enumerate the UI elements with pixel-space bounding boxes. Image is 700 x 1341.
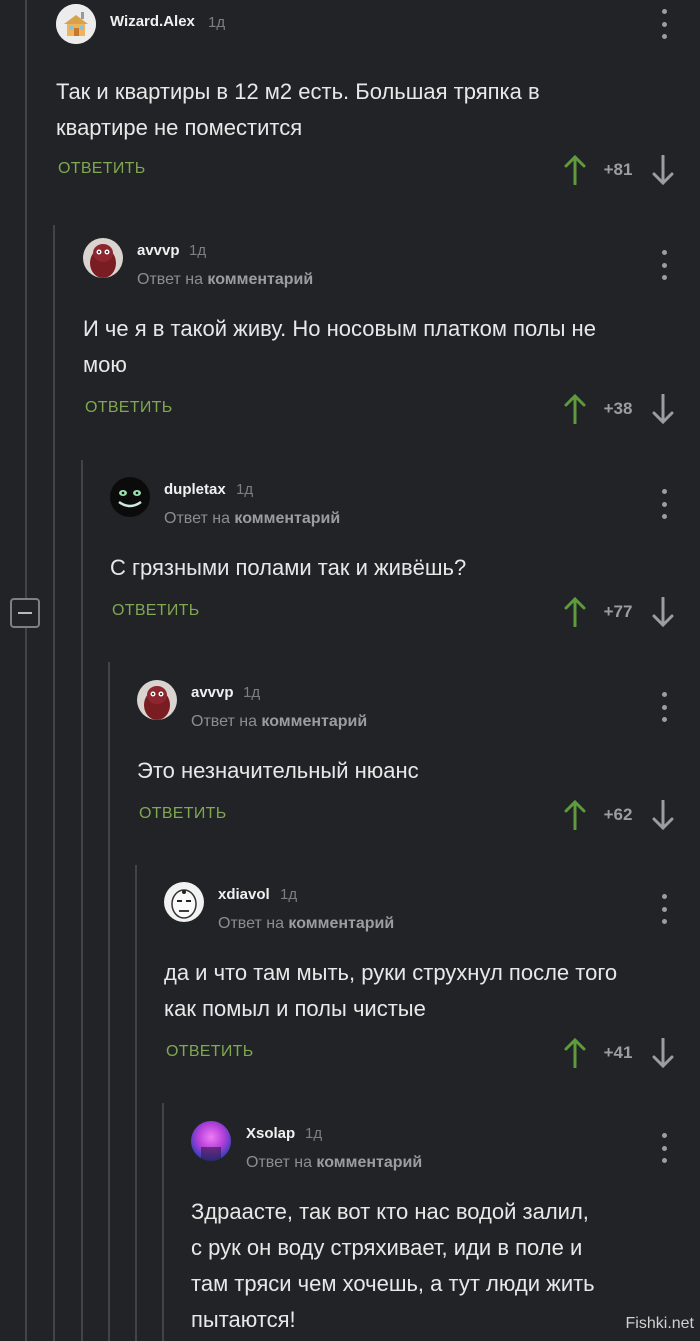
- timestamp: 1д: [305, 1125, 323, 1142]
- author-name[interactable]: avvvp: [137, 242, 180, 259]
- upvote-icon[interactable]: [564, 800, 586, 830]
- thread-line-1: [25, 0, 27, 1341]
- reply-to-label: Ответ на комментарий: [218, 915, 395, 932]
- upvote-icon[interactable]: [564, 394, 586, 424]
- downvote-icon[interactable]: [652, 155, 674, 185]
- vote-score: +41: [603, 1043, 633, 1062]
- downvote-icon[interactable]: [652, 597, 674, 627]
- comment: avvvp 1д Ответ на комментарий И че я в т…: [83, 238, 688, 438]
- author-name[interactable]: Xsolap: [246, 1125, 295, 1142]
- downvote-icon[interactable]: [652, 1038, 674, 1068]
- timestamp: 1д: [236, 481, 254, 498]
- face-avatar[interactable]: [164, 882, 204, 922]
- downvote-icon[interactable]: [652, 394, 674, 424]
- more-options-icon[interactable]: [657, 489, 671, 519]
- timestamp: 1д: [189, 242, 207, 259]
- watermark: Fishki.net: [625, 1315, 694, 1332]
- thread-line-4: [108, 662, 110, 1341]
- vote-score: +81: [603, 160, 633, 179]
- collapse-thread-button[interactable]: [10, 598, 40, 628]
- timestamp: 1д: [280, 886, 298, 903]
- author-name[interactable]: Wizard.Alex: [110, 13, 195, 30]
- author-name[interactable]: xdiavol: [218, 886, 270, 903]
- reply-button[interactable]: ОТВЕТИТЬ: [139, 805, 227, 823]
- author-name[interactable]: avvvp: [191, 684, 234, 701]
- timestamp: 1д: [243, 684, 261, 701]
- vote-score: +38: [603, 399, 633, 418]
- reply-to-label: Ответ на комментарий: [164, 510, 341, 527]
- thread-line-3: [81, 460, 83, 1341]
- reply-to-link[interactable]: комментарий: [207, 271, 313, 288]
- comment-text: С грязными полами так и живёшь?: [110, 555, 467, 580]
- more-options-icon[interactable]: [657, 692, 671, 722]
- more-options-icon[interactable]: [657, 250, 671, 280]
- creature-avatar[interactable]: [83, 238, 123, 278]
- reply-button[interactable]: ОТВЕТИТЬ: [112, 602, 200, 620]
- comment-text: Здрааcте, так вот кто нас водой залил, с…: [191, 1199, 595, 1332]
- thread-line-5: [135, 865, 137, 1341]
- comment-text: Это незначительный нюанс: [137, 758, 419, 783]
- author-name[interactable]: dupletax: [164, 481, 226, 498]
- comment: xdiavol 1д Ответ на комментарий да и что…: [164, 882, 688, 1082]
- reply-button[interactable]: ОТВЕТИТЬ: [58, 160, 146, 178]
- more-options-icon[interactable]: [657, 1133, 671, 1163]
- vote-score: +62: [603, 805, 633, 824]
- reply-to-link[interactable]: комментарий: [234, 510, 340, 527]
- upvote-icon[interactable]: [564, 1038, 586, 1068]
- grin-avatar[interactable]: [110, 477, 150, 517]
- reply-to-label: Ответ на комментарий: [246, 1154, 423, 1171]
- reply-to-label: Ответ на комментарий: [137, 271, 314, 288]
- comment-text: да и что там мыть, руки струхнул после т…: [164, 960, 618, 1021]
- more-options-icon[interactable]: [657, 9, 671, 39]
- reply-to-link[interactable]: комментарий: [261, 713, 367, 730]
- reply-button[interactable]: ОТВЕТИТЬ: [166, 1043, 254, 1061]
- downvote-icon[interactable]: [652, 800, 674, 830]
- reply-to-label: Ответ на комментарий: [191, 713, 368, 730]
- comment: dupletax 1д Ответ на комментарий С грязн…: [110, 477, 688, 637]
- comment: Wizard.Alex 1д Так и квартиры в 12 м2 ес…: [56, 4, 688, 194]
- thread-line-2: [53, 225, 55, 1341]
- reply-to-link[interactable]: комментарий: [316, 1154, 422, 1171]
- purple-avatar[interactable]: [191, 1121, 231, 1161]
- thread-line-6: [162, 1103, 164, 1341]
- comment-text: И че я в такой живу. Но носовым платком …: [83, 316, 596, 377]
- creature-avatar[interactable]: [137, 680, 177, 720]
- upvote-icon[interactable]: [564, 597, 586, 627]
- reply-to-link[interactable]: комментарий: [288, 915, 394, 932]
- reply-button[interactable]: ОТВЕТИТЬ: [85, 399, 173, 417]
- more-options-icon[interactable]: [657, 894, 671, 924]
- comment-text: Так и квартиры в 12 м2 есть. Большая тря…: [56, 79, 540, 140]
- comment: Xsolap 1д Ответ на комментарий Здрааcте,…: [191, 1121, 688, 1341]
- timestamp: 1д: [208, 14, 226, 31]
- upvote-icon[interactable]: [564, 155, 586, 185]
- vote-score: +77: [603, 602, 633, 621]
- house-avatar[interactable]: [56, 4, 96, 44]
- comment: avvvp 1д Ответ на комментарий Это незнач…: [137, 680, 688, 840]
